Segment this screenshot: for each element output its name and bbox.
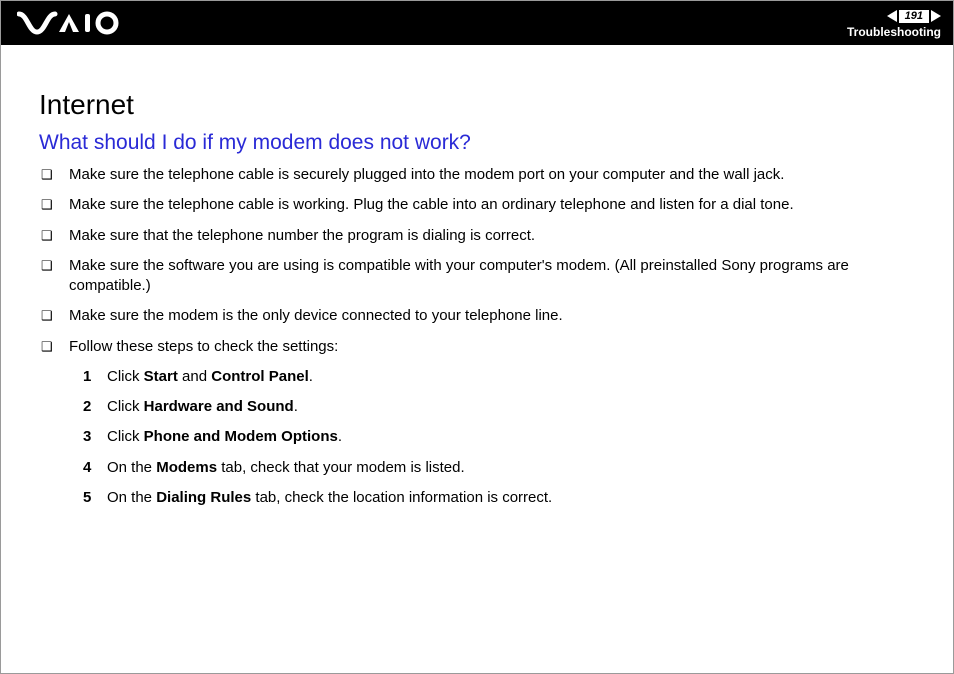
- list-item: ❑ Make sure the software you are using i…: [39, 256, 923, 297]
- bullet-icon: ❑: [39, 337, 69, 357]
- list-item: ❑ Make sure that the telephone number th…: [39, 226, 923, 246]
- step-item: 5 On the Dialing Rules tab, check the lo…: [83, 488, 923, 508]
- bullet-text: Make sure the modem is the only device c…: [69, 306, 923, 326]
- manual-page: 191 Troubleshooting Internet What should…: [0, 0, 954, 674]
- step-number: 4: [83, 458, 107, 478]
- list-item: ❑ Make sure the modem is the only device…: [39, 306, 923, 326]
- bullet-icon: ❑: [39, 306, 69, 326]
- list-item: ❑ Follow these steps to check the settin…: [39, 337, 923, 357]
- bullet-icon: ❑: [39, 165, 69, 185]
- list-item: ❑ Make sure the telephone cable is secur…: [39, 165, 923, 185]
- step-number: 1: [83, 367, 107, 387]
- list-item: ❑ Make sure the telephone cable is worki…: [39, 195, 923, 215]
- bullet-icon: ❑: [39, 226, 69, 246]
- bullet-list: ❑ Make sure the telephone cable is secur…: [39, 165, 923, 357]
- step-item: 4 On the Modems tab, check that your mod…: [83, 458, 923, 478]
- prev-page-arrow-icon[interactable]: [887, 10, 897, 22]
- bullet-text: Make sure the telephone cable is working…: [69, 195, 923, 215]
- header-bar: 191 Troubleshooting: [1, 1, 953, 45]
- header-right: 191 Troubleshooting: [847, 10, 941, 39]
- step-number: 2: [83, 397, 107, 417]
- step-item: 1 Click Start and Control Panel.: [83, 367, 923, 387]
- question-heading: What should I do if my modem does not wo…: [39, 131, 923, 155]
- step-text: Click Phone and Modem Options.: [107, 427, 923, 447]
- bullet-text: Make sure the software you are using is …: [69, 256, 923, 297]
- step-item: 3 Click Phone and Modem Options.: [83, 427, 923, 447]
- bullet-text: Follow these steps to check the settings…: [69, 337, 923, 357]
- step-text: Click Start and Control Panel.: [107, 367, 923, 387]
- bullet-icon: ❑: [39, 256, 69, 276]
- vaio-logo: [17, 1, 127, 45]
- step-text: Click Hardware and Sound.: [107, 397, 923, 417]
- step-number: 5: [83, 488, 107, 508]
- bullet-text: Make sure the telephone cable is securel…: [69, 165, 923, 185]
- page-nav: 191: [887, 10, 941, 23]
- page-content: Internet What should I do if my modem do…: [1, 45, 953, 528]
- page-number: 191: [899, 10, 929, 23]
- section-label: Troubleshooting: [847, 25, 941, 39]
- step-list: 1 Click Start and Control Panel. 2 Click…: [83, 367, 923, 508]
- step-item: 2 Click Hardware and Sound.: [83, 397, 923, 417]
- step-text: On the Dialing Rules tab, check the loca…: [107, 488, 923, 508]
- step-number: 3: [83, 427, 107, 447]
- step-text: On the Modems tab, check that your modem…: [107, 458, 923, 478]
- bullet-text: Make sure that the telephone number the …: [69, 226, 923, 246]
- next-page-arrow-icon[interactable]: [931, 10, 941, 22]
- section-title: Internet: [39, 89, 923, 121]
- bullet-icon: ❑: [39, 195, 69, 215]
